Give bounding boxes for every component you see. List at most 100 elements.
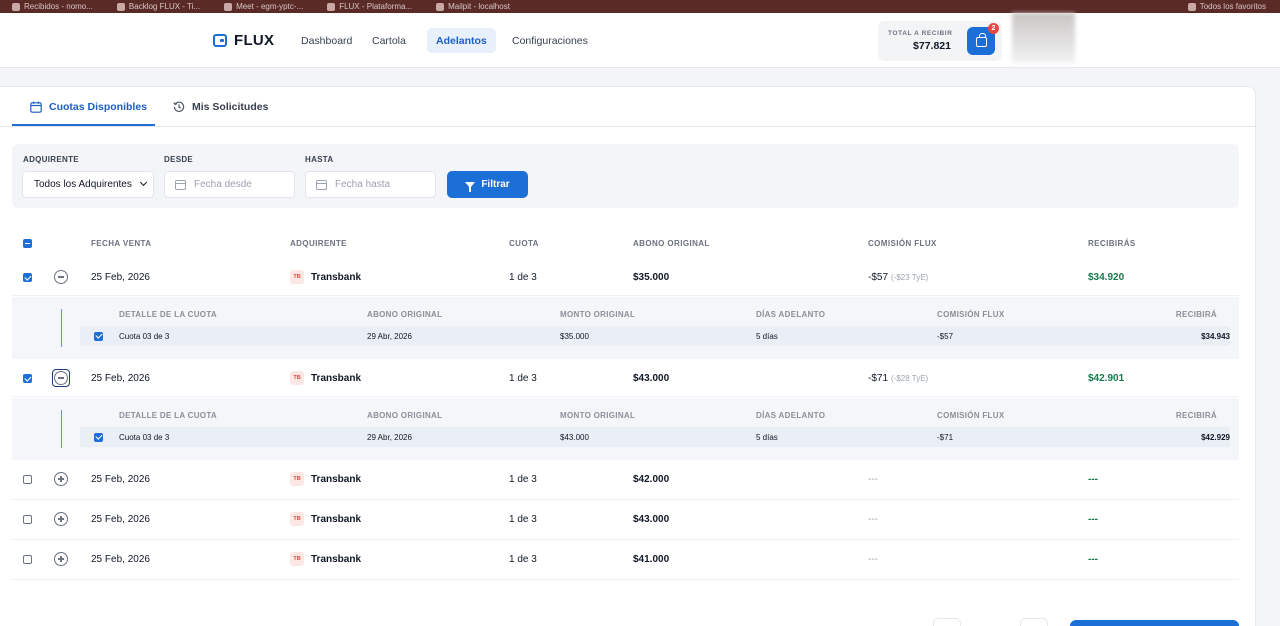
installment: 1 de 3 bbox=[509, 553, 537, 565]
detail-checkbox[interactable] bbox=[94, 331, 103, 341]
nav-adelantos[interactable]: Adelantos bbox=[427, 28, 496, 53]
acquirer-select[interactable]: Todos los Adquirentes bbox=[22, 171, 154, 198]
app-logo[interactable]: FLUX bbox=[213, 32, 274, 49]
sale-date: 25 Feb, 2026 bbox=[91, 553, 150, 565]
acquirer: TB Transbank bbox=[290, 258, 361, 296]
original-amount: $43.000 bbox=[560, 432, 589, 442]
amount-to-receive: $42.929 bbox=[1201, 432, 1230, 442]
acquirer: TB Transbank bbox=[290, 540, 361, 578]
wallet-icon bbox=[213, 34, 227, 47]
amount-to-receive: --- bbox=[1088, 513, 1098, 525]
select-all-checkbox[interactable] bbox=[23, 239, 32, 248]
flux-commission: --- bbox=[868, 473, 878, 485]
detail-row[interactable]: Cuota 03 de 3 29 Abr, 2026 $35.000 5 día… bbox=[80, 326, 1230, 346]
row-checkbox[interactable] bbox=[23, 515, 32, 524]
date-from-input[interactable]: Fecha desde bbox=[164, 171, 295, 198]
detail-column: MONTO ORIGINAL bbox=[560, 411, 636, 420]
detail-column: COMISIÓN FLUX bbox=[937, 310, 1005, 319]
nav-cartola[interactable]: Cartola bbox=[363, 28, 415, 53]
amount-to-receive: --- bbox=[1088, 553, 1098, 565]
detail-checkbox[interactable] bbox=[94, 432, 103, 442]
acquirer-label: ADQUIRENTE bbox=[23, 155, 79, 164]
total-value: $77.821 bbox=[913, 40, 951, 52]
original-amount: $43.000 bbox=[633, 372, 670, 384]
nav-configuraciones[interactable]: Configuraciones bbox=[503, 28, 597, 53]
flux-commission: -$57 bbox=[937, 331, 954, 341]
flux-commission: -$57 (-$23 TyE) bbox=[868, 271, 929, 283]
detail-column: DETALLE DE LA CUOTA bbox=[119, 411, 217, 420]
row-checkbox[interactable] bbox=[23, 475, 32, 484]
row-checkbox[interactable] bbox=[23, 555, 32, 564]
flux-commission: -$71 (-$28 TyE) bbox=[868, 372, 929, 384]
top-navigation: FLUX Dashboard Cartola Adelantos Configu… bbox=[0, 13, 1280, 68]
table-row[interactable]: 25 Feb, 2026 TB Transbank 1 de 3 $43.000 … bbox=[12, 359, 1239, 397]
installment: 1 de 3 bbox=[509, 372, 537, 384]
expand-icon[interactable] bbox=[54, 512, 68, 526]
shopping-bag-icon bbox=[976, 33, 987, 47]
nav-dashboard[interactable]: Dashboard bbox=[292, 28, 361, 53]
bookmark-icon bbox=[224, 2, 233, 11]
detail-connector bbox=[61, 309, 62, 347]
installment-label: Cuota 03 de 3 bbox=[119, 331, 170, 341]
expand-icon[interactable] bbox=[54, 472, 68, 486]
column-abono-original: ABONO ORIGINAL bbox=[633, 239, 710, 248]
bookmark[interactable]: Mailpit - localhost bbox=[436, 2, 510, 11]
calendar-icon bbox=[316, 180, 327, 190]
detail-column: DÍAS ADELANTO bbox=[756, 310, 826, 319]
column-fecha-venta: FECHA VENTA bbox=[91, 239, 152, 248]
bookmark[interactable]: FLUX - Plataforma... bbox=[327, 2, 412, 11]
advance-days: 5 días bbox=[756, 331, 778, 341]
original-amount: $43.000 bbox=[633, 513, 670, 525]
date-to-input[interactable]: Fecha hasta bbox=[305, 171, 436, 198]
tab-bar: Cuotas Disponibles Mis Solicitudes bbox=[0, 87, 1256, 127]
advance-days: 5 días bbox=[756, 432, 778, 442]
chevron-down-icon bbox=[139, 178, 148, 187]
column-recibiras: RECIBIRÁS bbox=[1088, 239, 1136, 248]
tab-mis-solicitudes[interactable]: Mis Solicitudes bbox=[173, 87, 268, 127]
installment: 1 de 3 bbox=[509, 271, 537, 283]
detail-row[interactable]: Cuota 03 de 3 29 Abr, 2026 $43.000 5 día… bbox=[80, 427, 1230, 447]
transbank-logo-icon: TB bbox=[290, 512, 304, 526]
collapse-icon[interactable] bbox=[54, 270, 68, 284]
detail-connector bbox=[61, 410, 62, 448]
detail-column: DÍAS ADELANTO bbox=[756, 411, 826, 420]
bookmark[interactable]: Meet - egm-yptc-... bbox=[224, 2, 303, 11]
bookmark[interactable]: Backlog FLUX - Ti... bbox=[116, 2, 200, 11]
calendar-icon bbox=[30, 101, 42, 113]
pagination-next-button[interactable] bbox=[1020, 618, 1048, 626]
transbank-logo-icon: TB bbox=[290, 472, 304, 486]
row-checkbox[interactable] bbox=[23, 374, 32, 383]
table-row[interactable]: 25 Feb, 2026 TB Transbank 1 de 3 $41.000 … bbox=[12, 540, 1239, 580]
cart-badge: 2 bbox=[988, 23, 999, 34]
flux-commission: --- bbox=[868, 553, 878, 565]
filter-button[interactable]: Filtrar bbox=[447, 171, 528, 198]
sale-date: 25 Feb, 2026 bbox=[91, 513, 150, 525]
app-name: FLUX bbox=[234, 32, 275, 49]
all-bookmarks[interactable]: Todos los favoritos bbox=[1187, 0, 1266, 13]
tab-cuotas-disponibles[interactable]: Cuotas Disponibles bbox=[30, 87, 147, 127]
collapse-icon[interactable] bbox=[54, 371, 68, 385]
column-cuota: CUOTA bbox=[509, 239, 539, 248]
amount-to-receive: $42.901 bbox=[1088, 372, 1125, 384]
table-row[interactable]: 25 Feb, 2026 TB Transbank 1 de 3 $35.000 … bbox=[12, 258, 1239, 296]
detail-column: MONTO ORIGINAL bbox=[560, 310, 636, 319]
detail-column: ABONO ORIGINAL bbox=[367, 411, 443, 420]
installment: 1 de 3 bbox=[509, 473, 537, 485]
table-row[interactable]: 25 Feb, 2026 TB Transbank 1 de 3 $42.000 … bbox=[12, 460, 1239, 500]
installment-detail: DETALLE DE LA CUOTA ABONO ORIGINAL MONTO… bbox=[12, 398, 1239, 460]
bookmark[interactable]: Recibidos - nomo... bbox=[12, 2, 93, 11]
request-advance-button[interactable] bbox=[1070, 620, 1239, 626]
table-row[interactable]: 25 Feb, 2026 TB Transbank 1 de 3 $43.000 … bbox=[12, 500, 1239, 540]
pagination-prev-button[interactable] bbox=[933, 618, 961, 626]
amount-to-receive: $34.943 bbox=[1201, 331, 1230, 341]
folder-icon bbox=[1187, 2, 1196, 11]
detail-column: COMISIÓN FLUX bbox=[937, 411, 1005, 420]
acquirer: TB Transbank bbox=[290, 500, 361, 538]
row-checkbox[interactable] bbox=[23, 273, 32, 282]
sale-date: 25 Feb, 2026 bbox=[91, 271, 150, 283]
acquirer: TB Transbank bbox=[290, 359, 361, 397]
expand-icon[interactable] bbox=[54, 552, 68, 566]
user-avatar[interactable] bbox=[1012, 13, 1075, 63]
filter-icon bbox=[465, 181, 476, 192]
column-comision-flux: COMISIÓN FLUX bbox=[868, 239, 937, 248]
